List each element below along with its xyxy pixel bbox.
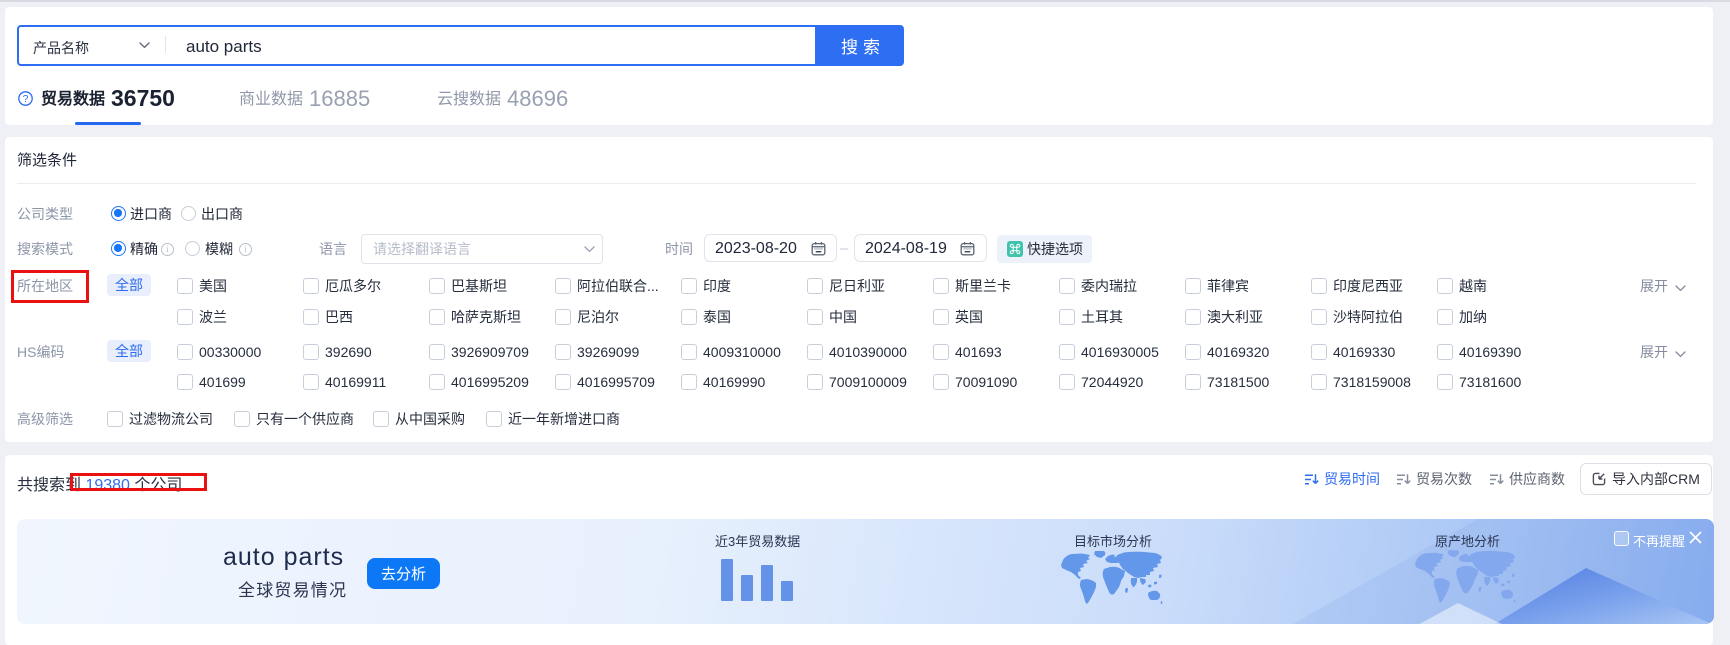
svg-text:?: ? bbox=[23, 93, 29, 105]
